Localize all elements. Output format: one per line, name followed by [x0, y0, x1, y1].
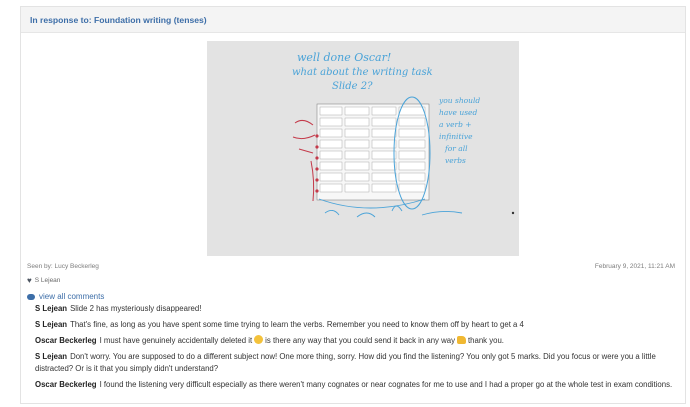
view-all-comments-link[interactable]: view all comments — [39, 292, 104, 301]
thumbs-up-emoji-icon — [456, 336, 466, 344]
heart-icon: ♥ — [27, 276, 32, 285]
comment-text: is there any way that you could send it … — [265, 336, 455, 345]
comment: Oscar Beckerleg I must have genuinely acc… — [35, 335, 680, 347]
attached-image[interactable]: well done Oscar! what about the writing … — [207, 41, 519, 256]
view-all-comments[interactable]: view all comments — [27, 292, 104, 301]
comment-author[interactable]: S Lejean — [35, 352, 67, 361]
post-card: In response to: Foundation writing (tens… — [20, 6, 686, 404]
annotation-side5: for all — [444, 144, 468, 153]
comment-text: I found the listening very difficult esp… — [99, 380, 673, 389]
comment-text: I must have genuinely accidentally delet… — [99, 336, 253, 345]
comment-author[interactable]: Oscar Beckerleg — [35, 336, 97, 345]
comment-text: thank you. — [467, 336, 504, 345]
annotation-side4: infinitive — [439, 132, 473, 141]
annotated-worksheet-image: well done Oscar! what about the writing … — [207, 41, 519, 256]
facepalm-emoji-icon — [254, 335, 264, 344]
comment: S Lejean That's fine, as long as you have… — [35, 319, 680, 331]
comment-text: Slide 2 has mysteriously disappeared! — [70, 304, 202, 313]
annotation-side1: you should — [438, 96, 480, 105]
comment: Oscar Beckerleg I found the listening ver… — [35, 379, 680, 391]
likes-row[interactable]: ♥ S Lejean — [27, 276, 60, 285]
comment-author[interactable]: Oscar Beckerleg — [35, 380, 97, 389]
annotation-line1: well done Oscar! — [297, 51, 391, 64]
comment-author[interactable]: S Lejean — [35, 304, 67, 313]
annotation-line2: what about the writing task — [292, 67, 433, 78]
comment-list: S Lejean Slide 2 has mysteriously disappe… — [35, 303, 680, 395]
post-header: In response to: Foundation writing (tens… — [21, 7, 685, 33]
comment: S Lejean Don't worry. You are supposed to… — [35, 351, 680, 375]
comment-bubble-icon — [27, 293, 35, 300]
liked-by: S Lejean — [34, 277, 61, 284]
comment: S Lejean Slide 2 has mysteriously disappe… — [35, 303, 680, 315]
annotation-side6: verbs — [445, 156, 466, 165]
comment-text: That's fine, as long as you have spent s… — [70, 320, 524, 329]
comment-text: Don't worry. You are supposed to do a di… — [35, 352, 656, 373]
annotation-side3: a verb + — [439, 120, 472, 129]
in-response-to-link[interactable]: In response to: Foundation writing (tens… — [30, 15, 207, 25]
annotation-side2: have used — [439, 108, 477, 117]
post-date: February 9, 2021, 11:21 AM — [594, 263, 675, 270]
post-meta: Seen by: Lucy Beckerleg February 9, 2021… — [27, 261, 675, 273]
annotation-line3: Slide 2? — [332, 81, 373, 92]
comment-author[interactable]: S Lejean — [35, 320, 67, 329]
seen-by: Seen by: Lucy Beckerleg — [27, 263, 99, 270]
